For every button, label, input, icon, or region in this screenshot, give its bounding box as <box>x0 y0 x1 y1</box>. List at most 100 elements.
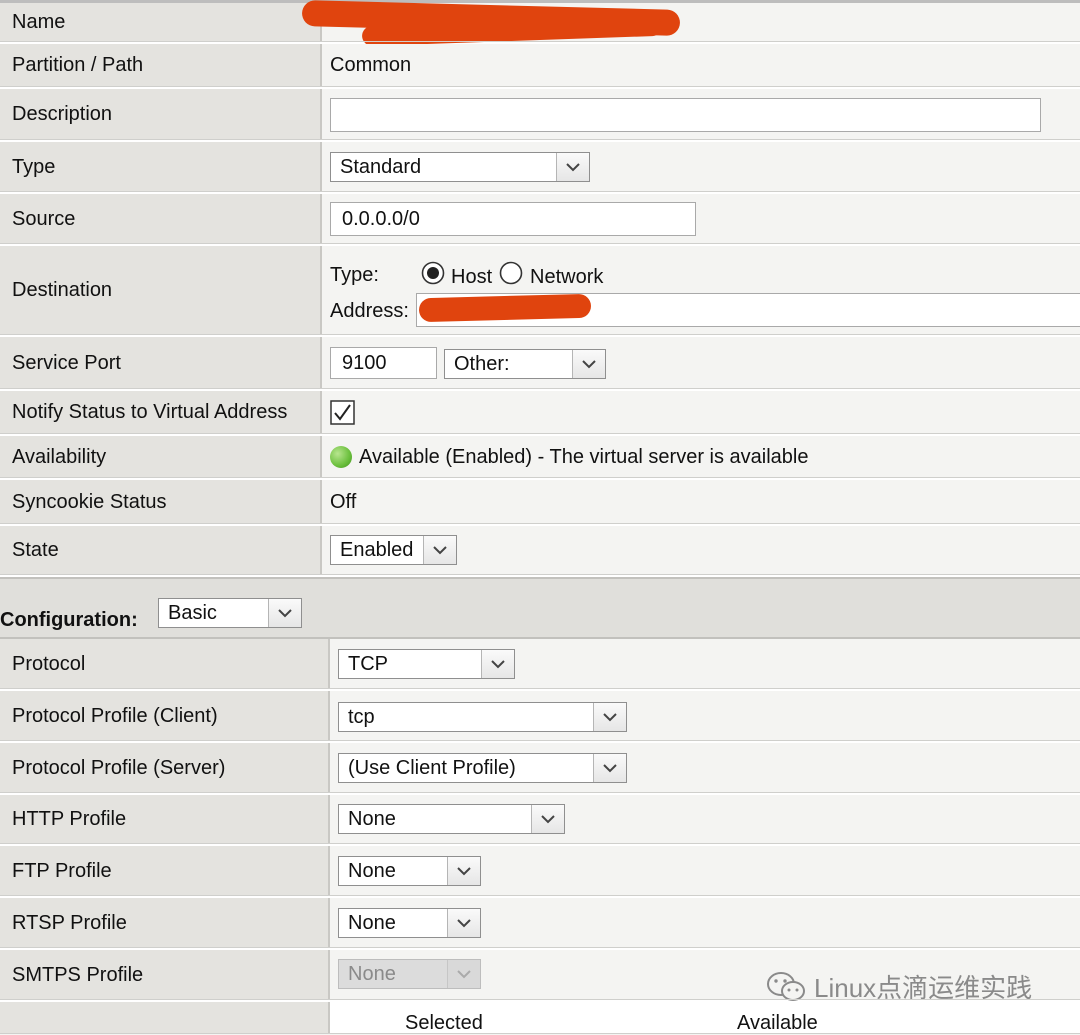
server-profile-value: (Use Client Profile) <box>330 743 1080 793</box>
service-port-value: 9100 Other: <box>322 337 1080 389</box>
source-input[interactable]: 0.0.0.0/0 <box>330 202 696 236</box>
state-select-value: Enabled <box>340 539 414 561</box>
service-port-text: 9100 <box>342 352 387 374</box>
selected-header: Selected <box>405 1012 483 1034</box>
row-ftp-profile: FTP Profile None <box>0 846 1080 898</box>
state-value: Enabled <box>322 526 1080 575</box>
destination-label: Destination <box>0 246 322 335</box>
rtsp-profile-select-value: None <box>348 912 396 934</box>
description-value <box>322 89 1080 140</box>
client-profile-label: Protocol Profile (Client) <box>0 691 330 741</box>
availability-text: Available (Enabled) - The virtual server… <box>359 445 809 468</box>
notify-value <box>322 391 1080 434</box>
configuration-select[interactable]: Basic <box>158 598 302 628</box>
description-input[interactable] <box>330 98 1041 132</box>
name-label: Name <box>0 3 322 42</box>
chevron-down-icon[interactable] <box>447 909 480 937</box>
chevron-down-icon[interactable] <box>593 754 626 782</box>
smtps-profile-select: None <box>338 959 481 989</box>
server-profile-select[interactable]: (Use Client Profile) <box>338 753 627 783</box>
row-service-port: Service Port 9100 Other: <box>0 337 1080 391</box>
protocol-label: Protocol <box>0 639 330 689</box>
syncookie-value: Off <box>322 480 1080 524</box>
http-profile-select[interactable]: None <box>338 804 565 834</box>
row-state: State Enabled <box>0 526 1080 577</box>
smtps-profile-value: None Linux点滴运维实践 <box>330 950 1080 1003</box>
source-value: 0.0.0.0/0 <box>322 194 1080 244</box>
wechat-icon <box>767 971 805 1001</box>
service-port-select[interactable]: Other: <box>444 349 606 379</box>
radio-host-label[interactable]: Host <box>451 266 492 289</box>
description-label: Description <box>0 89 322 140</box>
row-server-profile: Protocol Profile (Server) (Use Client Pr… <box>0 743 1080 795</box>
type-label: Type <box>0 142 322 192</box>
chevron-down-icon[interactable] <box>572 350 605 378</box>
destination-address-input[interactable] <box>416 293 1080 327</box>
radio-network-label[interactable]: Network <box>530 266 603 289</box>
row-name: Name <box>0 0 1080 47</box>
row-client-profile: Protocol Profile (Client) tcp <box>0 691 1080 743</box>
row-rtsp-profile: RTSP Profile None <box>0 898 1080 950</box>
protocol-select-value: TCP <box>348 653 388 675</box>
rtsp-profile-select[interactable]: None <box>338 908 481 938</box>
chevron-down-icon[interactable] <box>481 650 514 678</box>
name-value <box>301 0 1080 47</box>
rtsp-profile-value: None <box>330 898 1080 948</box>
type-select-value: Standard <box>340 156 422 178</box>
source-text: 0.0.0.0/0 <box>342 208 420 230</box>
rtsp-profile-label: RTSP Profile <box>0 898 330 948</box>
state-label: State <box>0 526 322 575</box>
ftp-profile-label: FTP Profile <box>0 846 330 896</box>
protocol-value: TCP <box>330 639 1080 689</box>
destination-type-label: Type: <box>330 264 379 286</box>
radio-network[interactable] <box>499 261 523 291</box>
row-smtps-profile: SMTPS Profile None Linux点滴运维实践 <box>0 950 1080 1003</box>
protocol-select[interactable]: TCP <box>338 649 515 679</box>
watermark: Linux点滴运维实践 <box>766 968 1032 1005</box>
row-source: Source 0.0.0.0/0 <box>0 194 1080 246</box>
notify-label: Notify Status to Virtual Address <box>0 391 322 434</box>
service-port-label: Service Port <box>0 337 322 389</box>
destination-value: Type: Host Network Address: <box>322 246 1080 335</box>
client-profile-select[interactable]: tcp <box>338 702 627 732</box>
row-description: Description <box>0 89 1080 142</box>
chevron-down-icon[interactable] <box>556 153 589 181</box>
http-profile-label: HTTP Profile <box>0 795 330 844</box>
status-green-icon <box>330 446 352 468</box>
destination-address-label: Address: <box>330 300 409 322</box>
chevron-down-icon[interactable] <box>593 703 626 731</box>
configuration-select-value: Basic <box>168 602 217 624</box>
row-destination: Destination Type: Host Network Address: <box>0 246 1080 337</box>
row-http-profile: HTTP Profile None <box>0 795 1080 846</box>
partition-label: Partition / Path <box>0 44 322 87</box>
state-select[interactable]: Enabled <box>330 535 457 565</box>
configuration-header: Configuration: Basic <box>0 577 1080 639</box>
available-header: Available <box>737 1012 818 1034</box>
chevron-down-icon[interactable] <box>423 536 456 564</box>
service-port-select-value: Other: <box>454 353 510 375</box>
chevron-down-icon[interactable] <box>268 599 301 627</box>
syncookie-label: Syncookie Status <box>0 480 322 524</box>
http-profile-value: None <box>330 795 1080 844</box>
partition-value: Common <box>322 44 1080 87</box>
notify-checkbox[interactable] <box>330 400 355 431</box>
chevron-down-icon[interactable] <box>531 805 564 833</box>
chevron-down-icon[interactable] <box>447 857 480 885</box>
ssl-lists-label <box>0 1002 330 1034</box>
ftp-profile-select-value: None <box>348 860 396 882</box>
type-select[interactable]: Standard <box>330 152 590 182</box>
client-profile-select-value: tcp <box>348 706 375 728</box>
source-label: Source <box>0 194 322 244</box>
watermark-text: Linux点滴运维实践 <box>814 973 1033 1003</box>
row-notify: Notify Status to Virtual Address <box>0 391 1080 436</box>
row-syncookie: Syncookie Status Off <box>0 480 1080 526</box>
service-port-input[interactable]: 9100 <box>330 347 437 379</box>
address-redaction <box>418 293 592 323</box>
row-availability: Availability Available (Enabled) - The v… <box>0 436 1080 480</box>
ftp-profile-select[interactable]: None <box>338 856 481 886</box>
ssl-lists-value: Selected Available <box>330 1002 1080 1034</box>
radio-host[interactable] <box>421 261 445 291</box>
http-profile-select-value: None <box>348 808 396 830</box>
client-profile-value: tcp <box>330 691 1080 741</box>
availability-value: Available (Enabled) - The virtual server… <box>322 436 1080 478</box>
